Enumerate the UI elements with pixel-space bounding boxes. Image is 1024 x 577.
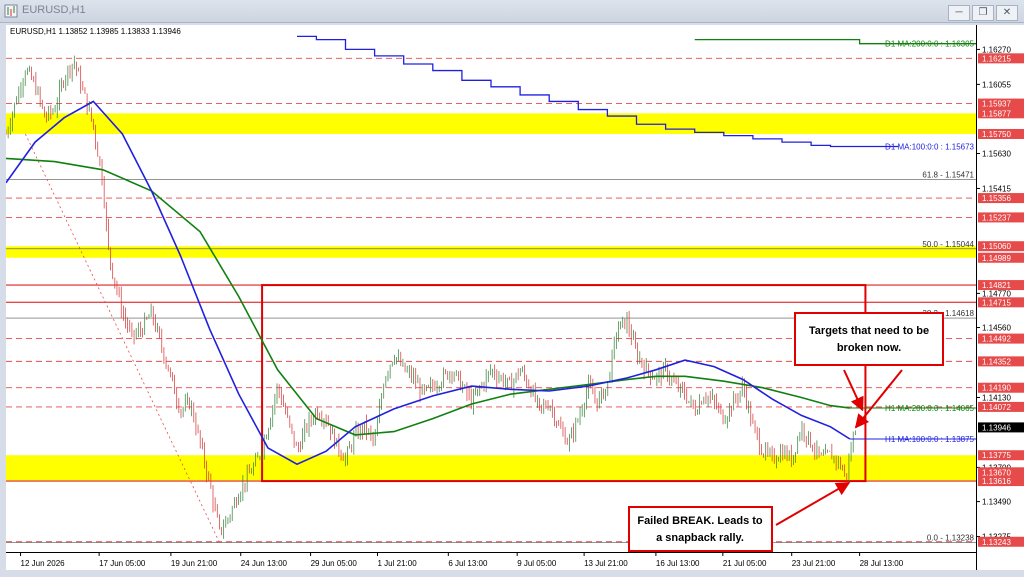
price-level-badge-label: 1.14715 (982, 298, 1011, 307)
price-tick-label: 1.13490 (982, 498, 1011, 507)
time-tick-label: 28 Jul 13:00 (860, 559, 904, 568)
time-tick-label: 19 Jun 21:00 (171, 559, 218, 568)
price-chart[interactable]: 61.8 - 1.1547150.0 - 1.1504438.2 - 1.146… (5, 25, 976, 552)
time-tick-label: 13 Jul 21:00 (584, 559, 628, 568)
chart-window-icon (4, 4, 18, 18)
chart-plot-area[interactable]: 61.8 - 1.15471 50.0 - 1.15044 38.2 - 1.146… (5, 25, 976, 552)
price-level-badge-label: 1.13670 (982, 468, 1011, 477)
annotation-targets-box (794, 312, 944, 366)
price-tick-label: 1.16270 (982, 45, 1011, 54)
close-button[interactable]: ✕ (996, 5, 1018, 21)
annotation-targets-line2: broken now. (837, 342, 901, 354)
time-tick-label: 12 Jun 2026 (21, 559, 66, 568)
annotation-arrow (843, 369, 864, 412)
price-level-badge-label: 1.15877 (982, 109, 1011, 118)
minimize-icon: ─ (955, 7, 963, 18)
price-level-badge-label: 1.13775 (982, 451, 1011, 460)
price-tick-label: 1.14130 (982, 393, 1011, 402)
price-level-badge-label: 1.15750 (982, 130, 1011, 139)
time-tick-label: 17 Jun 05:00 (99, 559, 146, 568)
price-axis-labels: 1.16270 1.16055 1.15630 1.15415 1.14770 1.145… (977, 45, 1024, 547)
annotation-failed-box (628, 506, 773, 552)
price-tick-label: 1.14560 (982, 324, 1011, 333)
time-axis[interactable]: 12 Jun 2026 17 Jun 05:00 19 Jun 21:00 24 Ju… (6, 552, 976, 571)
time-axis-labels: 12 Jun 2026 17 Jun 05:00 19 Jun 21:00 24 Ju… (20, 553, 904, 568)
price-level-badge-label: 1.13616 (982, 477, 1011, 486)
support-resistance-zone (6, 455, 976, 482)
time-tick-label: 24 Jun 13:00 (241, 559, 288, 568)
price-level-badge-label: 1.15060 (982, 242, 1011, 251)
fibonacci-level-label: 0.0 - 1.13238 (927, 534, 975, 543)
ma-value-label: H1 MA:100:0:0 : 1.13875 (885, 435, 975, 444)
minimize-button[interactable]: ─ (948, 5, 970, 21)
price-axis[interactable]: 1.16270 1.16055 1.15630 1.15415 1.14770 1.145… (976, 25, 1024, 570)
price-level-badge-label: 1.14352 (982, 357, 1011, 366)
restore-icon: ❐ (978, 7, 988, 18)
price-level-badge-label: 1.14072 (982, 403, 1011, 412)
restore-button[interactable]: ❐ (972, 5, 994, 21)
annotation-failed-line2: a snapback rally. (656, 532, 744, 544)
time-tick-label: 29 Jun 05:00 (311, 559, 358, 568)
time-tick-label: 21 Jul 05:00 (723, 559, 767, 568)
annotation-arrow (775, 481, 851, 526)
price-level-badge-label: 1.15356 (982, 194, 1011, 203)
annotation-failed-line1: Failed BREAK. Leads to (637, 515, 763, 527)
h1-ma200-line (5, 157, 851, 436)
range-box (261, 284, 867, 483)
ma-value-label: D1 MA:100:0:0 : 1.15673 (885, 143, 975, 152)
ma-value-label: D1 MA:200:0:0 : 1.16305 (885, 40, 975, 49)
ma-value-label: H1 MA:200:0:0 : 1.14065 (885, 404, 975, 413)
price-level-badge-label: 1.14190 (982, 384, 1011, 393)
support-resistance-zone (6, 246, 976, 258)
chart-window: EURUSD,H1 ─ ❐ ✕ 61.8 - 1.15471 50.0 - 1.1… (0, 0, 1024, 577)
price-level-badge-label: 1.14989 (982, 254, 1011, 263)
time-tick-label: 23 Jul 21:00 (792, 559, 836, 568)
time-tick-label: 9 Jul 05:00 (517, 559, 557, 568)
price-tick-label: 1.16055 (982, 80, 1011, 89)
close-icon: ✕ (1002, 7, 1012, 18)
annotation-arrow (854, 369, 903, 429)
time-tick-label: 1 Jul 21:00 (378, 559, 418, 568)
fibonacci-level-label: 50.0 - 1.15044 (922, 240, 974, 249)
price-level-badge-label: 1.14821 (982, 281, 1011, 290)
price-level-badge-label: 1.13243 (982, 538, 1011, 547)
price-tick-label: 1.15630 (982, 149, 1011, 158)
fibonacci-level-label: 61.8 - 1.15471 (922, 170, 974, 179)
price-level-badge-label: 1.16215 (982, 54, 1011, 63)
price-level-badge-label: 1.15937 (982, 100, 1011, 109)
price-tick-label: 1.14770 (982, 289, 1011, 298)
price-level-badge-label: 1.14492 (982, 335, 1011, 344)
price-tick-label: 1.15415 (982, 184, 1011, 193)
chart-symbol-header: EURUSD,H1 1.13852 1.13985 1.13833 1.1394… (10, 27, 181, 36)
window-title: EURUSD,H1 (22, 4, 86, 16)
window-bottom-border (0, 570, 1024, 577)
annotation-targets-line1: Targets that need to be (809, 325, 929, 337)
support-resistance-zone (6, 113, 976, 134)
price-level-badge-label: 1.15237 (982, 213, 1011, 222)
window-titlebar[interactable]: EURUSD,H1 ─ ❐ ✕ (0, 0, 1024, 23)
time-tick-label: 6 Jul 13:00 (448, 559, 488, 568)
current-price-label: 1.13946 (982, 423, 1011, 432)
time-tick-label: 16 Jul 13:00 (656, 559, 700, 568)
